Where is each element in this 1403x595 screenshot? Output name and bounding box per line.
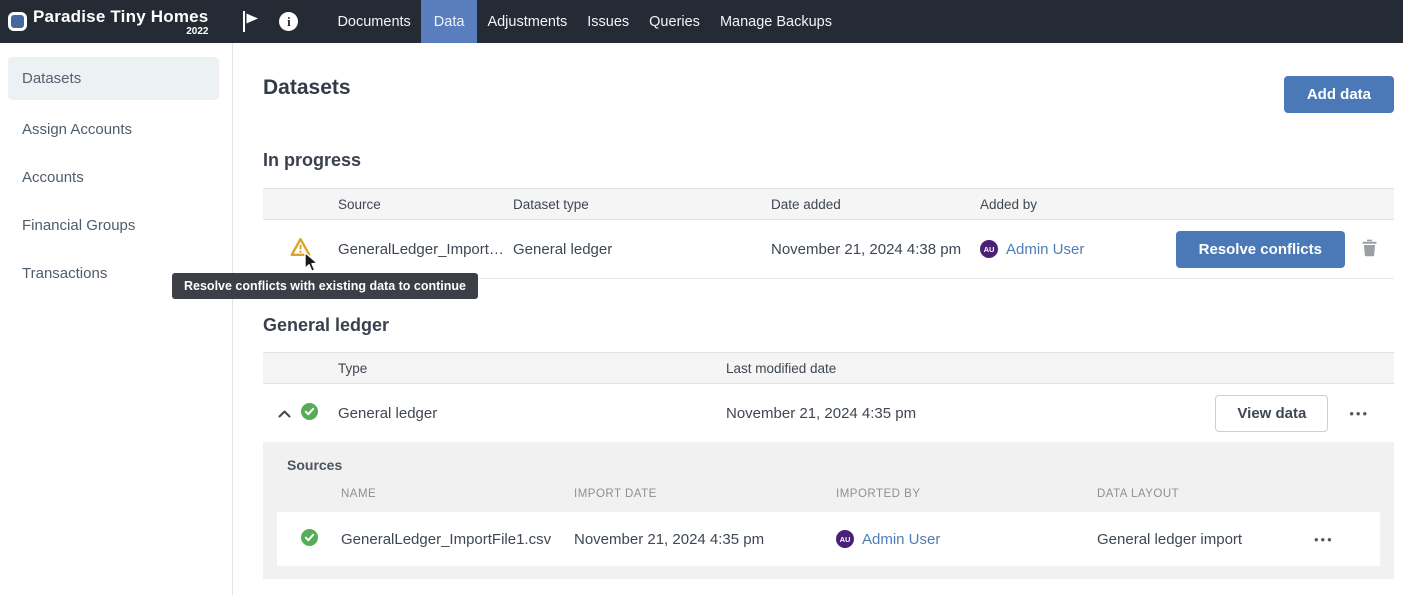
in-progress-table-header: Source Dataset type Date added Added by — [263, 188, 1394, 220]
general-ledger-table-header: Type Last modified date — [263, 352, 1394, 384]
col-data-layout: DATA LAYOUT — [1097, 488, 1314, 500]
success-check-icon — [301, 403, 318, 424]
app-window: Paradise Tiny Homes 2022 i Documents Dat… — [0, 0, 1403, 595]
ellipsis-icon: ••• — [1349, 406, 1369, 421]
col-type: Type — [338, 361, 726, 376]
added-by-user-link[interactable]: Admin User — [1006, 241, 1084, 258]
general-ledger-table: Type Last modified date — [263, 352, 1394, 579]
col-source: Source — [338, 197, 513, 212]
collapse-row-button[interactable] — [278, 406, 291, 421]
sources-panel: Sources NAME IMPORT DATE IMPORTED BY DAT… — [263, 442, 1394, 579]
sidebar-item-accounts[interactable]: Accounts — [0, 153, 232, 201]
left-sidebar: Datasets Assign Accounts Accounts Financ… — [0, 43, 233, 595]
nav-item-documents[interactable]: Documents — [327, 0, 420, 43]
warning-icon[interactable] — [290, 237, 311, 261]
main-content: Datasets Add data In progress Source Dat… — [233, 43, 1403, 595]
col-dataset-type: Dataset type — [513, 197, 771, 212]
sources-heading: Sources — [277, 442, 1380, 473]
brand-title: Paradise Tiny Homes — [33, 7, 208, 26]
in-progress-table: Source Dataset type Date added Added by — [263, 188, 1394, 279]
view-data-button[interactable]: View data — [1215, 395, 1328, 432]
source-row: GeneralLedger_ImportFile1.csv November 2… — [277, 512, 1380, 566]
col-name: NAME — [341, 488, 574, 500]
row-menu-button[interactable]: ••• — [1349, 406, 1369, 421]
col-last-modified: Last modified date — [726, 361, 1394, 376]
flag-icon[interactable] — [242, 9, 260, 34]
sidebar-item-datasets[interactable]: Datasets — [8, 57, 219, 100]
nav-item-data[interactable]: Data — [421, 0, 478, 43]
trash-icon — [1362, 239, 1377, 260]
nav-item-queries[interactable]: Queries — [639, 0, 710, 43]
resolve-conflicts-button[interactable]: Resolve conflicts — [1176, 231, 1345, 268]
col-imported-by: IMPORTED BY — [836, 488, 1097, 500]
company-logo-icon — [8, 12, 27, 31]
tooltip: Resolve conflicts with existing data to … — [172, 273, 478, 299]
add-data-button[interactable]: Add data — [1284, 76, 1394, 113]
in-progress-row: GeneralLedger_Import… General ledger Nov… — [263, 220, 1394, 279]
col-date-added: Date added — [771, 197, 980, 212]
avatar: AU — [836, 530, 854, 548]
nav-item-adjustments[interactable]: Adjustments — [477, 0, 577, 43]
brand-year: 2022 — [33, 26, 208, 37]
col-import-date: IMPORT DATE — [574, 488, 836, 500]
general-ledger-heading: General ledger — [263, 315, 1394, 336]
general-ledger-row: General ledger November 21, 2024 4:35 pm… — [263, 384, 1394, 442]
cell-type: General ledger — [338, 405, 726, 422]
page-title: Datasets — [263, 76, 351, 100]
sidebar-item-assign-accounts[interactable]: Assign Accounts — [0, 105, 232, 153]
main-nav: Documents Data Adjustments Issues Querie… — [327, 0, 842, 43]
source-menu-button[interactable]: ••• — [1314, 532, 1334, 547]
brand: Paradise Tiny Homes 2022 — [0, 0, 208, 43]
in-progress-heading: In progress — [263, 150, 1394, 171]
cell-source-name: GeneralLedger_ImportFile1.csv — [341, 531, 574, 548]
sources-table-header: NAME IMPORT DATE IMPORTED BY DATA LAYOUT — [277, 487, 1380, 501]
ellipsis-icon: ••• — [1314, 532, 1334, 547]
chevron-up-icon — [278, 406, 291, 421]
imported-by-user-link[interactable]: Admin User — [862, 531, 940, 548]
cell-imported-by: AU Admin User — [836, 530, 1097, 548]
cell-source: GeneralLedger_Import… — [338, 241, 513, 258]
avatar: AU — [980, 240, 998, 258]
nav-item-manage-backups[interactable]: Manage Backups — [710, 0, 842, 43]
cell-data-layout: General ledger import — [1097, 531, 1314, 548]
delete-button[interactable] — [1362, 239, 1377, 260]
info-icon[interactable]: i — [279, 12, 298, 31]
cell-last-modified: November 21, 2024 4:35 pm — [726, 405, 1215, 422]
success-check-icon — [301, 529, 318, 550]
nav-item-issues[interactable]: Issues — [577, 0, 639, 43]
col-added-by: Added by — [980, 197, 1394, 212]
sidebar-item-financial-groups[interactable]: Financial Groups — [0, 201, 232, 249]
cell-added-by: AU Admin User — [980, 240, 1176, 258]
top-navbar: Paradise Tiny Homes 2022 i Documents Dat… — [0, 0, 1403, 43]
cell-dataset-type: General ledger — [513, 241, 771, 258]
cell-date-added: November 21, 2024 4:38 pm — [771, 241, 980, 258]
cell-import-date: November 21, 2024 4:35 pm — [574, 531, 836, 548]
